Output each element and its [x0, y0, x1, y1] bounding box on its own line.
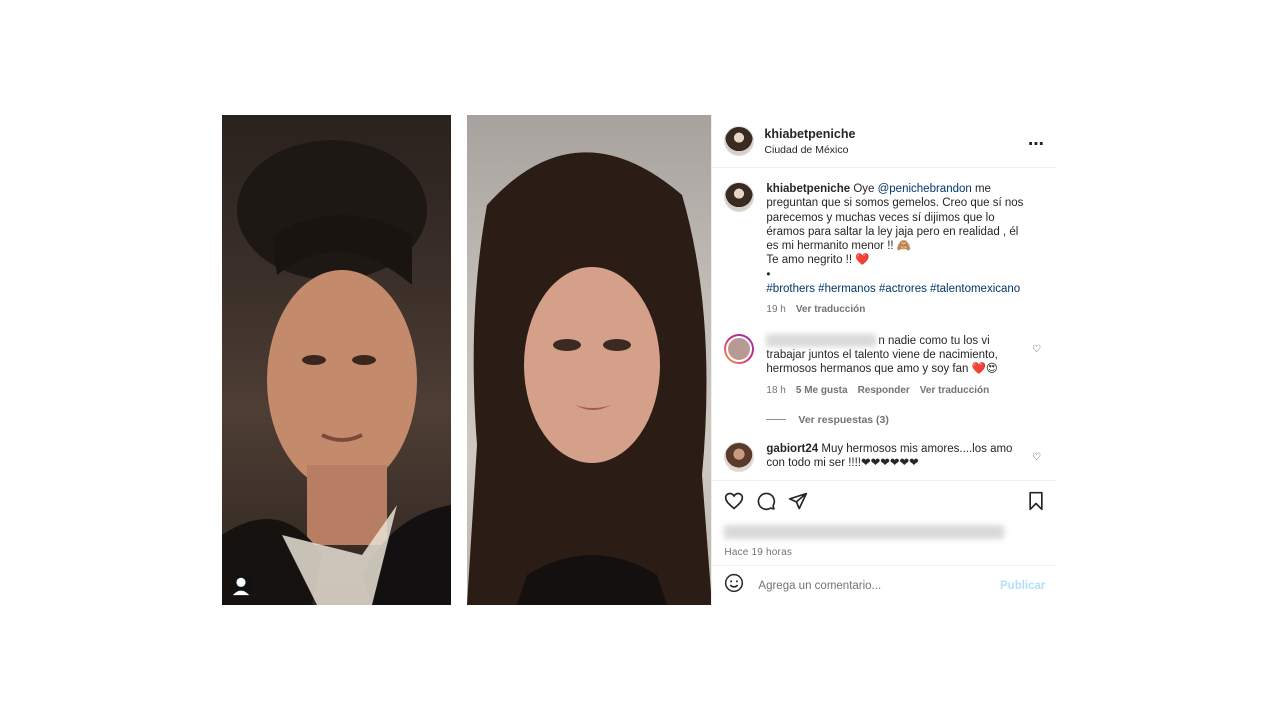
like-heart-icon[interactable] — [724, 491, 744, 516]
caption-avatar[interactable] — [724, 182, 755, 212]
author-info: khiabetpeniche Ciudad de México — [764, 127, 855, 156]
comment-item: n nadie como tu los vi trabajar juntos e… — [724, 333, 1043, 398]
comment-like-heart-icon[interactable]: ♡ — [1032, 452, 1041, 463]
post-location[interactable]: Ciudad de México — [764, 144, 855, 156]
comment-time[interactable]: 18 h — [766, 385, 785, 396]
comment-body: n nadie como tu los vi trabajar juntos e… — [766, 334, 1026, 398]
view-replies[interactable]: Ver respuestas (3) — [766, 414, 1043, 426]
commenter-avatar[interactable] — [724, 333, 755, 364]
comments-list[interactable]: khiabetpeniche Oye @penichebrandon me pr… — [712, 168, 1057, 480]
comment-bubble-icon[interactable] — [756, 491, 776, 516]
post-media[interactable] — [222, 115, 712, 605]
emoji-icon[interactable] — [724, 573, 744, 598]
instagram-post: khiabetpeniche Ciudad de México ⋯ khiabe… — [222, 115, 1058, 605]
caption-time[interactable]: 19 h — [766, 304, 785, 315]
photo-man — [222, 115, 451, 605]
likes-count-blurred — [724, 525, 1005, 539]
photo-woman — [467, 115, 712, 605]
comment-like-heart-icon[interactable]: ♡ — [1032, 344, 1041, 355]
caption-translate-link[interactable]: Ver traducción — [796, 304, 865, 315]
comment-translate-link[interactable]: Ver traducción — [920, 385, 989, 396]
caption-username[interactable]: khiabetpeniche — [766, 183, 850, 195]
share-send-icon[interactable] — [788, 491, 808, 516]
author-avatar[interactable] — [724, 126, 755, 156]
comment-body: gabiort24 Muy hermosos mis amores....los… — [766, 442, 1026, 471]
comment-reply-link[interactable]: Responder — [858, 385, 910, 396]
blurred-username — [766, 334, 877, 348]
comment-item: gabiort24 Muy hermosos mis amores....los… — [724, 441, 1043, 472]
commenter-avatar[interactable] — [724, 441, 755, 472]
caption-meta: 19 h Ver traducción — [766, 303, 1026, 317]
caption-line-2: Te amo negrito !! ❤️ — [766, 254, 870, 267]
caption-line-3: • — [766, 268, 771, 281]
replies-divider — [766, 419, 787, 421]
caption-text-1: Oye — [850, 183, 878, 195]
publish-button[interactable]: Publicar — [1000, 580, 1045, 592]
caption-hashtags[interactable]: #brothers #hermanos #actrores #talentome… — [766, 283, 1020, 295]
view-replies-label: Ver respuestas (3) — [798, 413, 889, 426]
add-comment-bar: Publicar — [712, 565, 1058, 605]
caption-mention[interactable]: @penichebrandon — [878, 183, 972, 195]
comment-meta: 18 h 5 Me gusta Responder Ver traducción — [766, 384, 1026, 398]
author-username[interactable]: khiabetpeniche — [764, 127, 855, 141]
post-time-ago[interactable]: Hace 19 horas — [724, 547, 1057, 558]
action-icons — [712, 481, 1057, 521]
caption-body: khiabetpeniche Oye @penichebrandon me pr… — [766, 182, 1026, 318]
caption: khiabetpeniche Oye @penichebrandon me pr… — [724, 182, 1043, 318]
comment-username[interactable]: gabiort24 — [766, 443, 818, 455]
post-header: khiabetpeniche Ciudad de México ⋯ — [712, 115, 1057, 168]
add-comment-input[interactable] — [756, 578, 991, 593]
post-actions: Hace 19 horas Publicar — [712, 480, 1058, 605]
more-horizontal-icon[interactable]: ⋯ — [1028, 134, 1045, 154]
comment-likes[interactable]: 5 Me gusta — [796, 385, 848, 396]
save-bookmark-icon[interactable] — [1027, 491, 1045, 516]
post-side-panel: khiabetpeniche Ciudad de México ⋯ khiabe… — [711, 115, 1058, 605]
tagged-user-icon[interactable] — [230, 575, 252, 597]
